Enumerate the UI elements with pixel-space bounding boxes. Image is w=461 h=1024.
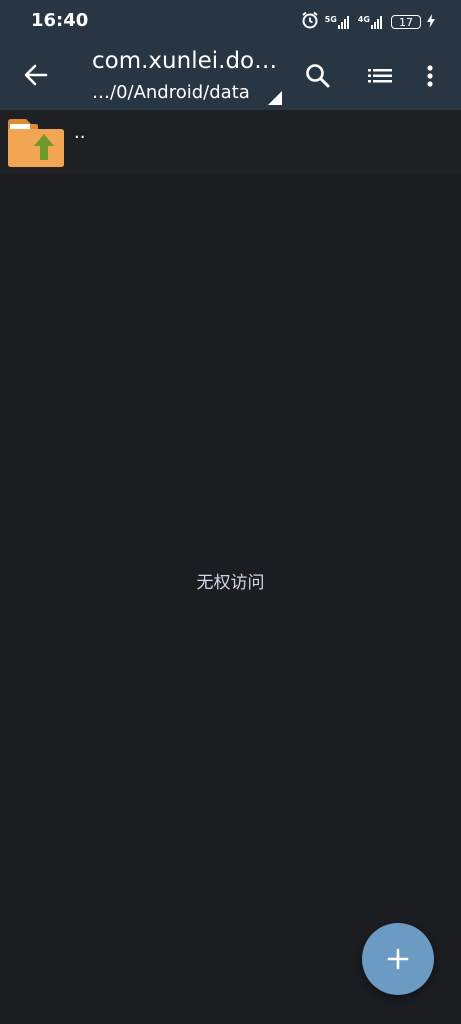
add-fab-button[interactable] bbox=[362, 923, 434, 995]
signal-5g-icon: 5G bbox=[325, 15, 352, 29]
signal-4g-icon: 4G bbox=[358, 15, 385, 29]
path-breadcrumb[interactable]: …/0/Android/data bbox=[92, 82, 250, 103]
access-denied-message: 无权访问 bbox=[196, 573, 265, 593]
charging-icon bbox=[427, 13, 435, 32]
status-time: 16:40 bbox=[31, 10, 89, 31]
more-vert-icon bbox=[427, 65, 433, 87]
status-bar: 16:40 5G 4G 17 bbox=[0, 0, 461, 42]
more-options-button[interactable] bbox=[418, 61, 442, 91]
folder-title: com.xunlei.do… bbox=[92, 48, 278, 74]
app-bar: com.xunlei.do… …/0/Android/data bbox=[0, 42, 461, 110]
list-view-icon bbox=[368, 69, 392, 83]
plus-icon bbox=[387, 948, 409, 970]
view-toggle-button[interactable] bbox=[365, 61, 395, 91]
back-arrow-icon bbox=[24, 64, 48, 86]
network-4g-label: 4G bbox=[357, 15, 370, 24]
path-dropdown-icon[interactable] bbox=[268, 91, 282, 105]
file-name: .. bbox=[74, 122, 86, 143]
search-icon bbox=[306, 64, 330, 88]
battery-icon: 17 bbox=[391, 15, 421, 29]
alarm-icon bbox=[301, 11, 319, 33]
network-5g-label: 5G bbox=[324, 15, 337, 24]
search-button[interactable] bbox=[303, 61, 333, 91]
back-button[interactable] bbox=[22, 61, 50, 89]
status-icons: 5G 4G 17 bbox=[301, 11, 435, 33]
folder-up-icon bbox=[6, 116, 66, 170]
list-item-parent-folder[interactable]: .. bbox=[0, 110, 461, 174]
